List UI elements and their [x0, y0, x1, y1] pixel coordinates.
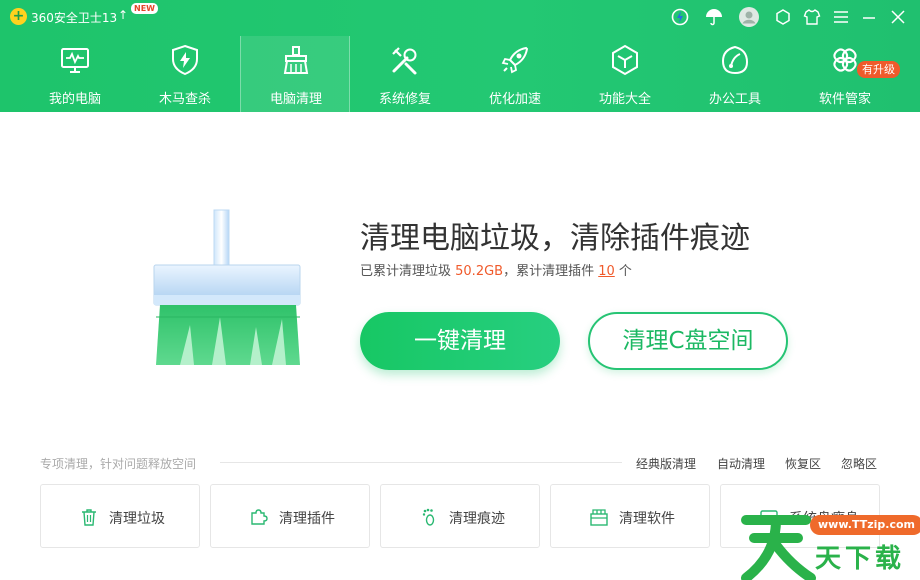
ignore-area-link[interactable]: 忽略区: [841, 455, 877, 472]
card-clean-software[interactable]: 清理软件: [550, 484, 710, 548]
one-click-clean-button[interactable]: 一键清理: [360, 312, 560, 370]
stats-suffix: 个: [614, 264, 632, 279]
main-title: 清理电脑垃圾，清除插件痕迹: [360, 221, 750, 256]
header: + 360安全卫士13 ↑ NEW 我的电脑 木马查杀 电脑清理 系统修复 优化…: [0, 0, 920, 112]
upgrade-badge: 有升级: [857, 61, 900, 78]
section-divider: [220, 462, 622, 463]
monitor-icon: [59, 44, 91, 76]
shield-bolt-icon: [169, 44, 201, 76]
umbrella-icon[interactable]: [703, 6, 725, 28]
avatar[interactable]: [738, 6, 760, 28]
nav-label: 我的电脑: [48, 92, 101, 107]
app-logo: +: [10, 8, 27, 25]
nav-tab-speed-up[interactable]: 优化加速: [460, 36, 570, 112]
section-hint: 专项清理，针对问题释放空间: [40, 457, 197, 471]
auto-clean-link[interactable]: 自动清理: [717, 455, 765, 472]
stats-middle: ，累计清理插件: [503, 264, 599, 279]
nav-tab-my-computer[interactable]: 我的电脑: [20, 36, 130, 112]
card-label: 清理痕迹: [449, 511, 505, 527]
nav-label: 软件管家: [818, 92, 871, 107]
nav-label: 电脑清理: [269, 92, 322, 107]
app-title: 360安全卫士13: [31, 11, 118, 25]
card-clean-junk[interactable]: 清理垃圾: [40, 484, 200, 548]
clean-c-drive-button[interactable]: 清理C盘空间: [588, 312, 788, 370]
nav-label: 系统修复: [378, 92, 431, 107]
watermark-text: 天下载: [815, 544, 906, 574]
main-nav: 我的电脑 木马查杀 电脑清理 系统修复 优化加速 功能大全 办公工具 软件管家 …: [0, 36, 920, 112]
rocket-icon: [499, 44, 531, 76]
watermark-url: www.TTzip.com: [810, 515, 920, 535]
footprint-icon: [419, 507, 439, 527]
puzzle-icon: [249, 507, 269, 527]
card-label: 清理软件: [619, 511, 675, 527]
broom-illustration: [150, 207, 306, 367]
box-icon: [589, 507, 609, 527]
card-clean-plugins[interactable]: 清理插件: [210, 484, 370, 548]
watermark-logo: [736, 500, 826, 580]
nav-tab-all-features[interactable]: 功能大全: [570, 36, 680, 112]
nav-tab-pc-cleanup[interactable]: 电脑清理: [240, 36, 350, 112]
cleanup-stats: 已累计清理垃圾 50.2GB，累计清理插件 10 个: [360, 260, 632, 279]
trash-icon: [79, 507, 99, 527]
speed-ball-icon[interactable]: [669, 6, 691, 28]
cube-icon: [609, 44, 641, 76]
junk-size-value: 50.2GB: [455, 264, 504, 279]
close-icon[interactable]: [887, 6, 909, 28]
nav-label: 优化加速: [488, 92, 541, 107]
new-badge: NEW: [131, 3, 158, 14]
tools-icon: [389, 44, 421, 76]
title-bar: + 360安全卫士13 ↑ NEW: [0, 0, 920, 34]
plugin-count-link[interactable]: 10: [598, 264, 615, 279]
nav-tab-system-repair[interactable]: 系统修复: [350, 36, 460, 112]
skin-icon[interactable]: [772, 6, 794, 28]
leaf-icon: [719, 44, 751, 76]
nav-label: 木马查杀: [158, 92, 211, 107]
upgrade-arrow-icon[interactable]: ↑: [118, 8, 128, 22]
card-clean-traces[interactable]: 清理痕迹: [380, 484, 540, 548]
nav-tab-office-tools[interactable]: 办公工具: [680, 36, 790, 112]
shirt-icon[interactable]: [801, 6, 823, 28]
nav-label: 功能大全: [598, 92, 651, 107]
card-label: 清理垃圾: [109, 511, 165, 527]
broom-icon: [280, 44, 312, 76]
nav-label: 办公工具: [708, 92, 761, 107]
restore-area-link[interactable]: 恢复区: [785, 455, 821, 472]
menu-icon[interactable]: [830, 6, 852, 28]
stats-prefix: 已累计清理垃圾: [360, 264, 456, 279]
minimize-icon[interactable]: [858, 6, 880, 28]
nav-tab-trojan-scan[interactable]: 木马查杀: [130, 36, 240, 112]
classic-clean-link[interactable]: 经典版清理: [636, 455, 696, 472]
card-label: 清理插件: [279, 511, 335, 527]
